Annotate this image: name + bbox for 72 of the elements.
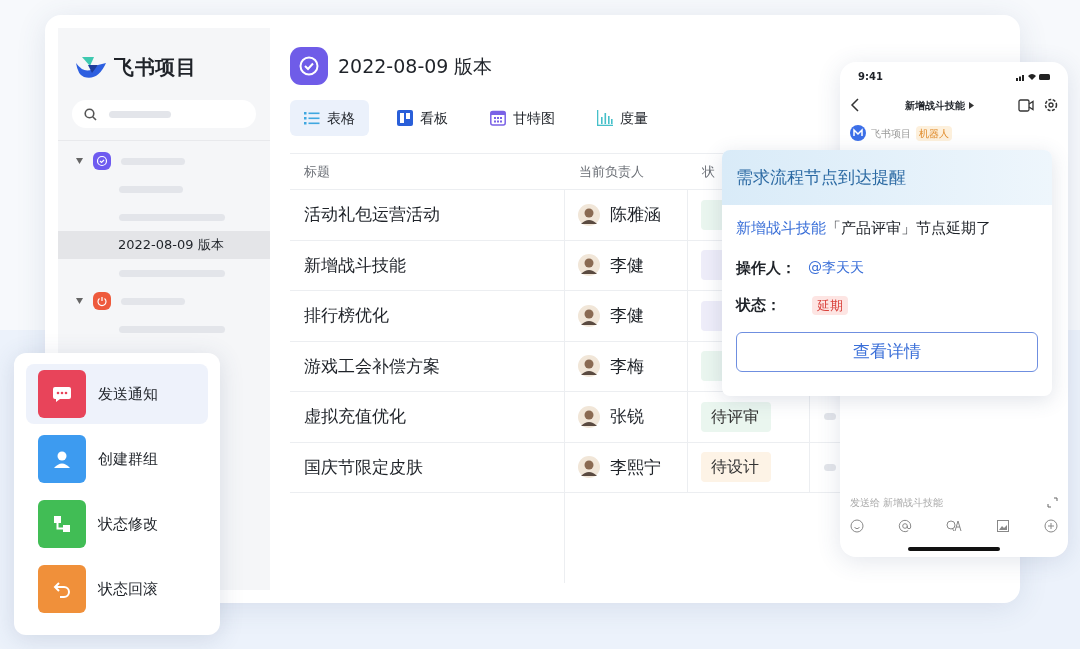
expand-icon (1047, 497, 1058, 508)
column-header: 当前负责人 (579, 163, 644, 179)
expand-triangle-icon (76, 298, 83, 304)
column-header: 状 (702, 163, 715, 179)
settings-icon (1044, 98, 1058, 112)
avatar-icon (578, 405, 600, 428)
table-cell-text: 李健 (610, 253, 644, 277)
table-cell-text: 活动礼包运营活动 (304, 203, 440, 226)
emoji-icon[interactable] (850, 519, 864, 533)
page-title: 2022-08-09 版本 (338, 53, 493, 79)
avatar-icon (578, 203, 600, 226)
avatar-icon (578, 456, 600, 479)
bar-chart-icon (597, 110, 613, 126)
table-cell-text: 虚拟充值优化 (304, 405, 406, 428)
placeholder-bar (109, 110, 171, 118)
table-cell-text: 国庆节限定皮肤 (304, 455, 423, 479)
view-tab[interactable]: 度量 (583, 100, 662, 136)
message-text: 新增战斗技能「产品评审」节点延期了 (736, 218, 992, 239)
field-label: 操作人： (736, 257, 796, 279)
avatar-icon (578, 254, 600, 277)
table-cell-text: 张锐 (610, 405, 644, 428)
expand-triangle-icon (76, 158, 83, 164)
action-item[interactable]: 状态回滚 (26, 559, 208, 619)
mention-link[interactable]: @李天天 (808, 257, 864, 279)
status-time: 9:41 (858, 70, 883, 84)
view-tab[interactable]: 表格 (290, 100, 369, 136)
table-cell-text: 陈雅涵 (610, 203, 661, 226)
bot-badge: 机器人 (916, 125, 952, 141)
qa-icon[interactable] (946, 519, 962, 533)
play-triangle-icon (968, 101, 974, 109)
brand-name: 飞书项目 (114, 54, 196, 81)
search-field[interactable] (72, 100, 256, 128)
plus-circle-icon[interactable] (1044, 519, 1058, 533)
view-tab[interactable]: 甘特图 (476, 100, 569, 136)
video-call-icon (1018, 98, 1034, 112)
table-cell-text: 新增战斗技能 (304, 253, 406, 277)
column-header: 标题 (304, 163, 330, 179)
action-item[interactable]: 发送通知 (26, 364, 208, 424)
calendar-icon (490, 110, 506, 126)
details-button[interactable]: 查看详情 (736, 331, 1038, 372)
status-tag: 待设计 (701, 452, 771, 483)
sidebar-item[interactable]: 2022-08-09 版本 (58, 231, 270, 259)
at-sign-icon[interactable] (898, 519, 912, 533)
back-icon (850, 98, 860, 112)
action-item[interactable]: 创建群组 (26, 429, 208, 489)
action-item[interactable]: 状态修改 (26, 494, 208, 554)
bot-name: 飞书项目 (871, 126, 911, 141)
check-circle-icon (93, 152, 111, 170)
placeholder-bar (824, 413, 836, 421)
placeholder-bar (824, 463, 836, 471)
status-tag: 延期 (812, 295, 848, 315)
field-label: 状态： (736, 295, 781, 316)
avatar-icon (578, 304, 600, 327)
table-cell-text: 游戏工会补偿方案 (304, 354, 440, 378)
card-title: 需求流程节点到达提醒 (736, 165, 906, 189)
status-bar-icon (1016, 72, 1050, 81)
image-icon[interactable] (996, 519, 1010, 533)
table-cell-text: 排行榜优化 (304, 304, 389, 327)
search-icon (84, 107, 97, 121)
table-cell-text: 李梅 (610, 354, 644, 378)
list-icon (304, 111, 320, 125)
table-cell-text: 李健 (610, 304, 644, 327)
task-link[interactable]: 新增战斗技能 (736, 219, 826, 237)
logo-icon (76, 55, 106, 79)
board-icon (397, 110, 413, 126)
table-cell-text: 李熙宁 (610, 455, 661, 479)
avatar-icon (578, 355, 600, 378)
bot-avatar-icon (850, 125, 866, 141)
power-icon (93, 292, 111, 310)
view-tab[interactable]: 看板 (383, 100, 462, 136)
status-tag: 待评审 (701, 401, 771, 432)
chat-title: 新增战斗技能 (904, 98, 965, 113)
